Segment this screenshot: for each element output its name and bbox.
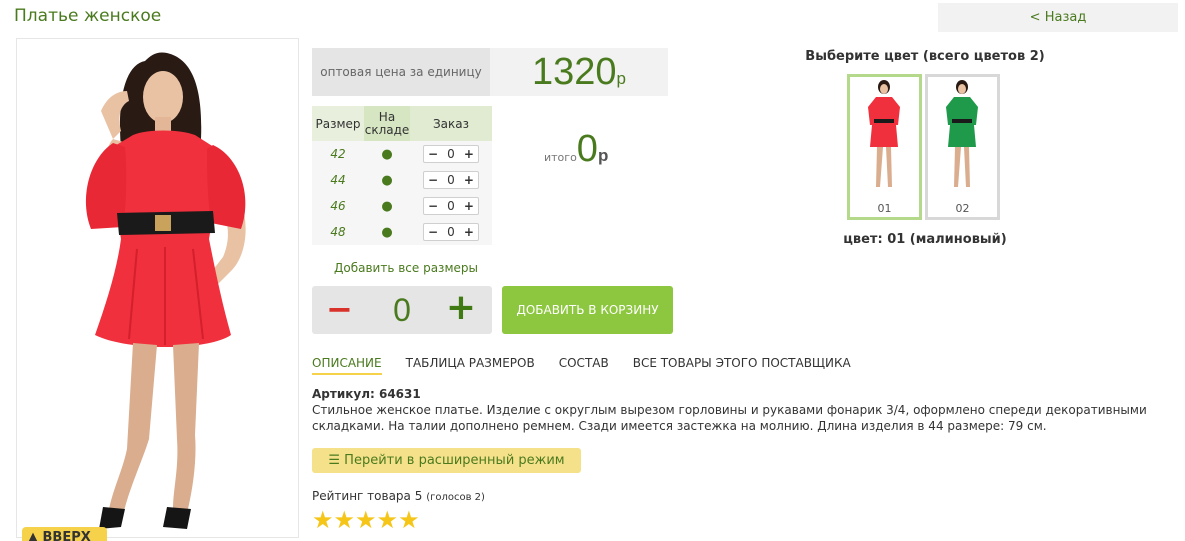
col-size-header: Размер [312, 106, 364, 141]
col-order-header: Заказ [410, 106, 492, 141]
star-icon[interactable]: ★ [398, 506, 420, 534]
swatch-dress-image [868, 80, 900, 187]
rating-votes: (голосов 2) [426, 492, 485, 503]
stock-indicator: ● [364, 219, 410, 245]
tab-composition[interactable]: СОСТАВ [559, 356, 609, 375]
order-total: итого0р [544, 128, 608, 171]
quantity-stepper[interactable]: −0 + [423, 197, 479, 215]
stock-indicator: ● [364, 141, 410, 167]
quantity-control: 0 − + [312, 286, 492, 334]
price-currency: р [616, 69, 626, 88]
extended-mode-button[interactable]: ☰ Перейти в расширенный режим [312, 448, 581, 473]
back-link[interactable]: < Назад [938, 3, 1178, 32]
quantity-minus-button[interactable]: − [326, 291, 353, 327]
total-number: 0 [576, 128, 598, 170]
stepper-plus-button[interactable]: + [464, 147, 474, 161]
stepper-value[interactable]: 0 [447, 147, 455, 161]
total-currency: р [597, 146, 609, 165]
size-cell: 42 [312, 141, 364, 167]
size-cell: 48 [312, 219, 364, 245]
stepper-minus-button[interactable]: − [428, 173, 438, 187]
order-cell: −0 + [410, 193, 492, 219]
stock-indicator: ● [364, 167, 410, 193]
color-chooser-title: Выберите цвет (всего цветов 2) [805, 49, 1045, 64]
price-value: 1320р [490, 48, 668, 96]
product-description: Стильное женское платье. Изделие с округ… [312, 403, 1147, 433]
stepper-plus-button[interactable]: + [464, 173, 474, 187]
add-all-sizes-link[interactable]: Добавить все размеры [334, 261, 478, 275]
product-tabs: ОПИСАНИЕ ТАБЛИЦА РАЗМЕРОВ СОСТАВ ВСЕ ТОВ… [312, 356, 851, 375]
star-icon[interactable]: ★ [355, 506, 377, 534]
add-to-cart-button[interactable]: ДОБАВИТЬ В КОРЗИНУ [502, 286, 673, 334]
extended-mode-label: Перейти в расширенный режим [344, 453, 565, 468]
color-swatch-01[interactable]: 01 [847, 74, 922, 220]
rating-label: Рейтинг товара 5 [312, 489, 423, 503]
star-icon[interactable]: ★ [377, 506, 399, 534]
tab-size-chart[interactable]: ТАБЛИЦА РАЗМЕРОВ [406, 356, 535, 375]
stepper-minus-button[interactable]: − [428, 147, 438, 161]
article-number: Артикул: 64631 [312, 387, 421, 401]
order-cell: −0 + [410, 219, 492, 245]
stepper-plus-button[interactable]: + [464, 225, 474, 239]
order-cell: −0 + [410, 167, 492, 193]
size-table: Размер На складе Заказ 42 ● −0 + 44 ● −0 +… [312, 106, 492, 245]
price-number: 1320 [531, 51, 617, 93]
list-icon: ☰ [328, 453, 341, 468]
price-label: оптовая цена за единицу [312, 48, 490, 96]
tab-supplier-products[interactable]: ВСЕ ТОВАРЫ ЭТОГО ПОСТАВЩИКА [633, 356, 851, 375]
rating-text: Рейтинг товара 5 (голосов 2) [312, 489, 485, 503]
size-cell: 46 [312, 193, 364, 219]
page-title: Платье женское [14, 6, 162, 26]
col-stock-header: На складе [364, 106, 410, 141]
stepper-value[interactable]: 0 [447, 225, 455, 239]
swatch-number: 02 [955, 202, 970, 215]
color-swatch-02[interactable]: 02 [925, 74, 1000, 220]
star-icon[interactable]: ★ [334, 506, 356, 534]
stepper-value[interactable]: 0 [447, 199, 455, 213]
quantity-stepper[interactable]: −0 + [423, 223, 479, 241]
product-photo[interactable] [16, 38, 299, 538]
tab-description[interactable]: ОПИСАНИЕ [312, 356, 382, 375]
quantity-stepper[interactable]: −0 + [423, 145, 479, 163]
stepper-plus-button[interactable]: + [464, 199, 474, 213]
quantity-stepper[interactable]: −0 + [423, 171, 479, 189]
swatch-dress-image [946, 80, 978, 187]
size-cell: 44 [312, 167, 364, 193]
total-label: итого [544, 151, 577, 164]
rating-stars[interactable]: ★★★★★ [312, 506, 420, 534]
stepper-minus-button[interactable]: − [428, 225, 438, 239]
quantity-plus-button[interactable]: + [446, 288, 476, 328]
order-cell: −0 + [410, 141, 492, 167]
stock-indicator: ● [364, 193, 410, 219]
star-icon[interactable]: ★ [312, 506, 334, 534]
stepper-value[interactable]: 0 [447, 173, 455, 187]
dress-model-image [85, 52, 246, 529]
swatch-number: 01 [877, 202, 892, 215]
table-row: 48 ● −0 + [312, 219, 492, 245]
table-row: 42 ● −0 + [312, 141, 492, 167]
selected-color-label: цвет: 01 (малиновый) [843, 232, 1007, 247]
scroll-up-button[interactable]: ▲ ВВЕРХ [22, 527, 107, 541]
stepper-minus-button[interactable]: − [428, 199, 438, 213]
table-row: 46 ● −0 + [312, 193, 492, 219]
table-row: 44 ● −0 + [312, 167, 492, 193]
